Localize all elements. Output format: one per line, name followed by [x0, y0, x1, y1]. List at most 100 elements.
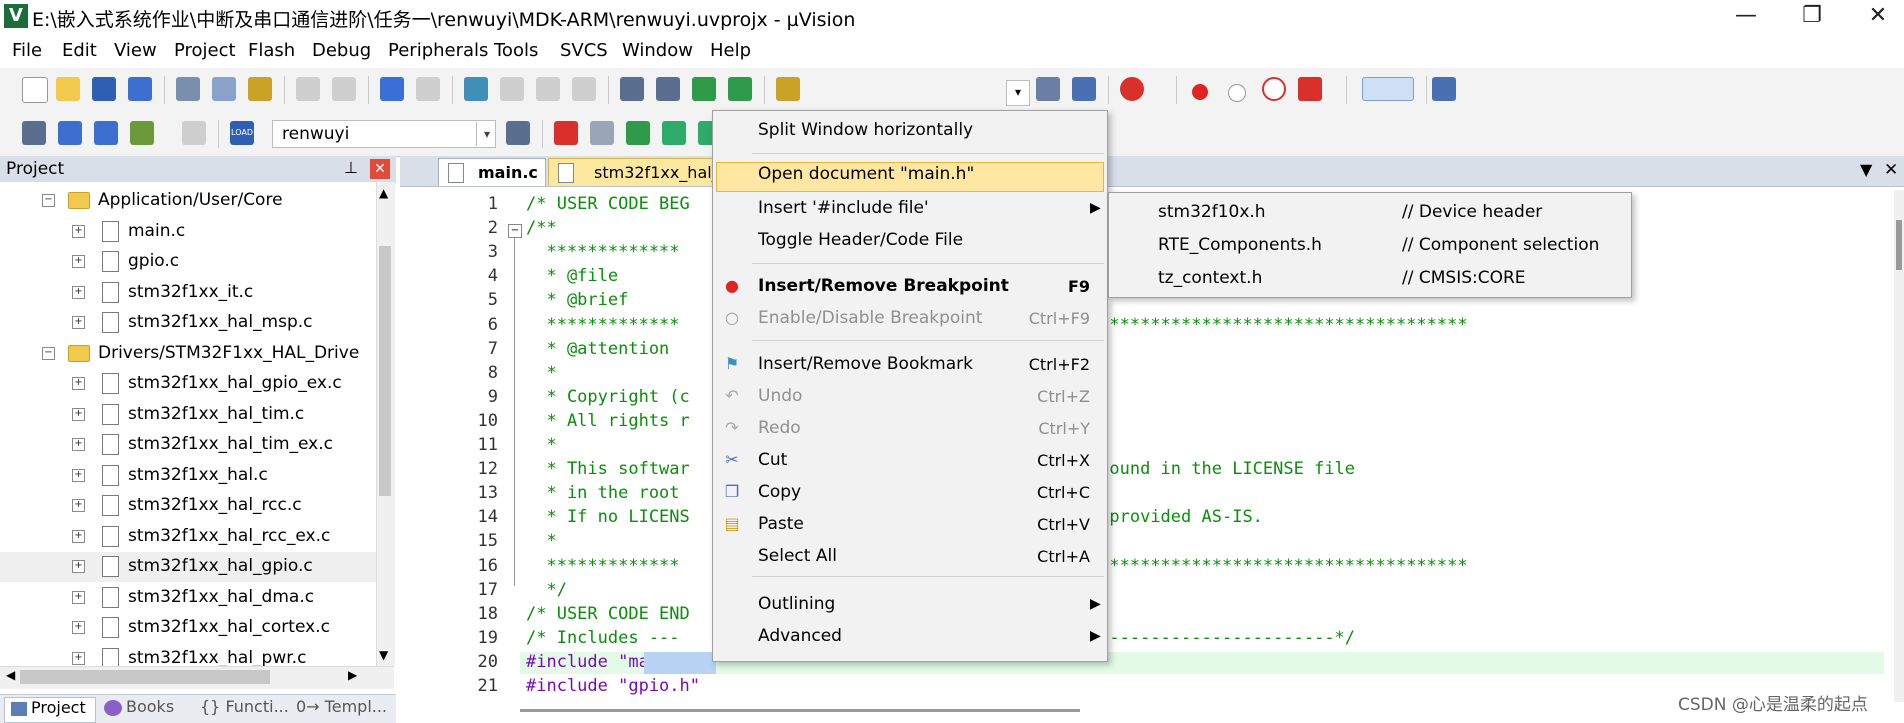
menu-project[interactable]: Project	[174, 40, 236, 61]
tab-templates[interactable]: 0→ Templ...	[296, 697, 387, 721]
code-line[interactable]: /* USER CODE BEG	[526, 194, 690, 214]
tab-books[interactable]: Books	[104, 697, 174, 721]
tree-file[interactable]: + stm32f1xx_hal_dma.c	[0, 583, 376, 613]
find-dropdown[interactable]: ▾	[1006, 80, 1030, 106]
collapse-icon[interactable]: −	[42, 194, 55, 207]
tree-file[interactable]: + stm32f1xx_hal_gpio_ex.c	[0, 369, 376, 399]
code-line[interactable]: * @attention	[526, 339, 669, 359]
menu-edit[interactable]: Edit	[62, 40, 97, 61]
tree-file[interactable]: + stm32f1xx_hal_pwr.c	[0, 644, 376, 666]
expand-icon[interactable]: +	[72, 468, 85, 482]
kill-all-breakpoints-icon[interactable]	[1298, 77, 1322, 101]
disable-breakpoint-icon[interactable]	[1228, 84, 1246, 102]
tree-file[interactable]: + gpio.c	[0, 247, 376, 277]
menu-peripherals[interactable]: Peripherals	[388, 40, 488, 61]
stop-build-icon[interactable]	[182, 121, 206, 145]
editor-horizontal-scroll-thumb[interactable]	[520, 709, 1080, 712]
event-recorder-icon[interactable]	[662, 121, 686, 145]
tree-file[interactable]: + stm32f1xx_hal_tim_ex.c	[0, 430, 376, 460]
translate-icon[interactable]	[22, 121, 46, 145]
close-editor-icon[interactable]: ✕	[1884, 160, 1898, 180]
tree-file[interactable]: + main.c	[0, 217, 376, 247]
editor-vertical-scroll-thumb[interactable]	[1896, 220, 1902, 270]
uncomment-icon[interactable]	[728, 77, 752, 101]
editor-tabs-dropdown-icon[interactable]: ▼	[1860, 160, 1872, 179]
code-line[interactable]: *	[526, 363, 556, 383]
navigate-forward-icon[interactable]	[416, 77, 440, 101]
expand-icon[interactable]: +	[72, 529, 85, 543]
next-bookmark-icon[interactable]	[536, 77, 560, 101]
incremental-find-icon[interactable]	[1072, 77, 1096, 101]
scroll-down-arrow-icon[interactable]: ▼	[379, 648, 388, 662]
build-icon[interactable]	[58, 121, 82, 145]
maximize-button[interactable]: ❐	[1782, 0, 1842, 34]
code-line[interactable]: #include "gpio.h"	[526, 676, 700, 696]
bookmark-icon[interactable]	[464, 77, 488, 101]
unindent-icon[interactable]	[656, 77, 680, 101]
tab-project[interactable]: Project	[4, 697, 96, 723]
tree-file[interactable]: + stm32f1xx_hal_tim.c	[0, 400, 376, 430]
scroll-left-arrow-icon[interactable]: ◀	[6, 668, 15, 682]
menu-view[interactable]: View	[114, 40, 157, 61]
fold-toggle-icon[interactable]: −	[508, 224, 522, 238]
breakpoint-icon[interactable]	[1192, 84, 1208, 100]
menu-debug[interactable]: Debug	[312, 40, 371, 61]
download-load-icon[interactable]: LOAD	[230, 121, 254, 145]
tree-file[interactable]: + stm32f1xx_hal_gpio.c	[0, 552, 376, 582]
expand-icon[interactable]: +	[72, 621, 85, 634]
select-packs-icon[interactable]	[590, 121, 614, 145]
comment-icon[interactable]	[692, 77, 716, 101]
expand-icon[interactable]: +	[72, 651, 85, 665]
find-in-files-icon[interactable]	[776, 77, 800, 101]
code-line[interactable]: *	[526, 435, 556, 455]
expand-icon[interactable]: +	[72, 377, 85, 390]
copy-icon[interactable]	[212, 77, 236, 101]
menu-help[interactable]: Help	[710, 40, 751, 61]
configure-wrench-icon[interactable]	[1432, 77, 1456, 101]
menu-window[interactable]: Window	[622, 40, 693, 61]
code-line[interactable]: * @file	[526, 266, 618, 286]
expand-icon[interactable]: +	[72, 255, 85, 268]
expand-icon[interactable]: +	[72, 285, 85, 299]
new-file-icon[interactable]	[22, 77, 48, 103]
tree-vertical-scroll-thumb[interactable]	[379, 246, 391, 496]
menu-file[interactable]: File	[12, 40, 42, 61]
scroll-right-arrow-icon[interactable]: ▶	[348, 668, 357, 682]
target-options-icon[interactable]	[506, 121, 530, 145]
tree-file[interactable]: + stm32f1xx_hal_rcc_ex.c	[0, 522, 376, 552]
minimize-button[interactable]: —	[1716, 0, 1776, 34]
scroll-up-arrow-icon[interactable]: ▲	[379, 186, 388, 200]
menu-tools[interactable]: Tools	[494, 40, 538, 61]
disable-all-breakpoints-icon[interactable]	[1262, 77, 1286, 101]
rebuild-icon[interactable]	[94, 121, 118, 145]
expand-icon[interactable]: +	[72, 316, 85, 329]
tree-file[interactable]: + stm32f1xx_hal_rcc.c	[0, 491, 376, 521]
tab-functions[interactable]: {} Functi...	[200, 697, 289, 721]
paste-icon[interactable]	[248, 77, 272, 101]
code-line[interactable]: /* USER CODE END	[526, 604, 690, 624]
expand-icon[interactable]: +	[72, 438, 85, 451]
pin-icon[interactable]: ⊥	[344, 158, 358, 177]
indent-icon[interactable]	[620, 77, 644, 101]
expand-icon[interactable]: +	[72, 499, 85, 512]
tree-horizontal-scroll-thumb[interactable]	[20, 670, 270, 684]
undo-icon[interactable]	[296, 77, 320, 101]
navigate-back-icon[interactable]	[380, 77, 404, 101]
menu-svcs[interactable]: SVCS	[560, 40, 608, 61]
close-window-button[interactable]: ✕	[1848, 0, 1904, 34]
expand-icon[interactable]: +	[72, 407, 85, 421]
previous-bookmark-icon[interactable]	[500, 77, 524, 101]
collapse-icon[interactable]: −	[42, 346, 55, 360]
find-icon[interactable]	[1036, 77, 1060, 101]
code-line[interactable]: /**	[526, 218, 557, 238]
tree-folder[interactable]: − Application/User/Core	[0, 186, 376, 216]
code-line[interactable]: *	[526, 531, 556, 551]
expand-icon[interactable]: +	[72, 590, 85, 604]
redo-icon[interactable]	[332, 77, 356, 101]
clear-bookmarks-icon[interactable]	[572, 77, 596, 101]
debug-session-icon[interactable]	[1120, 77, 1144, 101]
manage-rte-icon[interactable]	[626, 121, 650, 145]
code-line[interactable]: * @brief	[526, 290, 628, 310]
expand-icon[interactable]: +	[72, 560, 85, 573]
tree-file[interactable]: + stm32f1xx_it.c	[0, 278, 376, 308]
